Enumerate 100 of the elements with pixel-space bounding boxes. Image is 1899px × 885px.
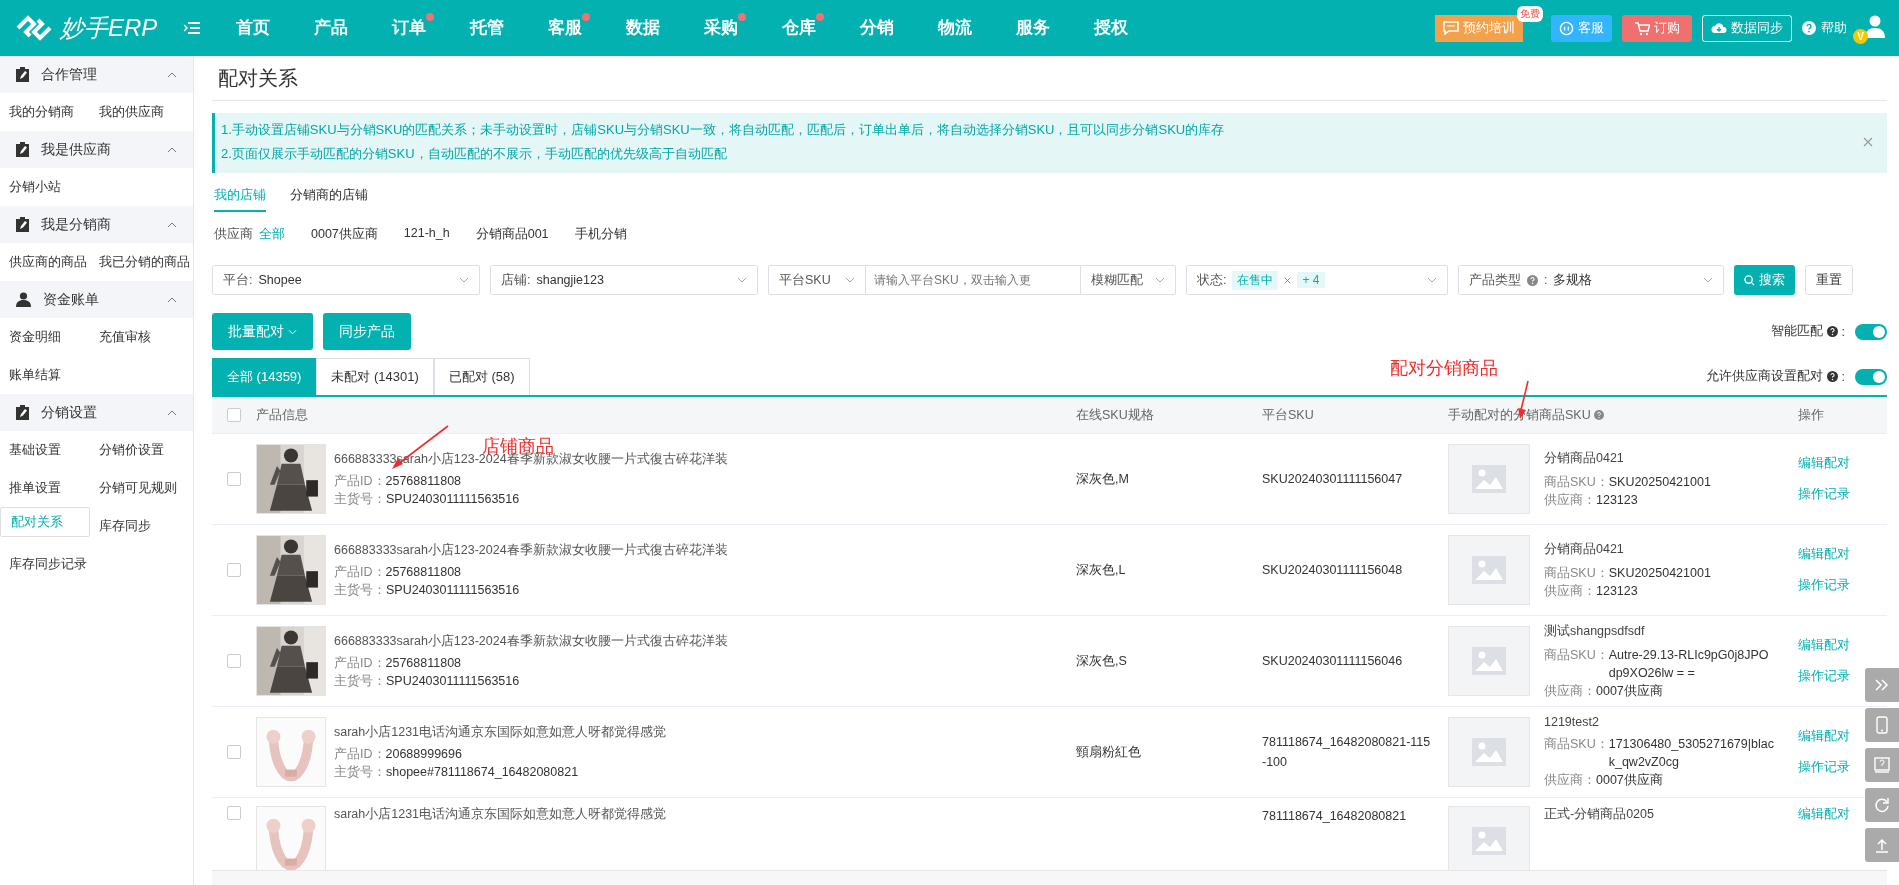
help-icon xyxy=(1593,410,1604,420)
sidebar-item[interactable]: 资金明细 xyxy=(0,318,90,356)
image-icon xyxy=(1472,647,1506,675)
item-number: SPU2403011111563516 xyxy=(386,581,520,599)
item-number: SPU2403011111563516 xyxy=(386,490,520,508)
store-select[interactable]: 店铺: shangjie123 xyxy=(490,265,758,295)
sidebar-group-title: 合作管理 xyxy=(41,65,98,84)
product-id: 25768811808 xyxy=(385,654,462,672)
dropdown-icon xyxy=(845,277,855,283)
checkbox[interactable] xyxy=(227,745,241,759)
status-tag: 在售中 xyxy=(1232,270,1279,290)
sidebar-item[interactable]: 我的分销商 xyxy=(0,93,90,131)
sidebar-group-title: 分销设置 xyxy=(41,403,98,422)
sidebar-group-header[interactable]: 分销设置 xyxy=(0,394,193,431)
help-icon xyxy=(1826,326,1838,337)
sidebar-item[interactable]: 供应商的商品 xyxy=(0,243,90,281)
sidebar-item[interactable]: 基础设置 xyxy=(0,431,90,469)
sidebar-group-title: 我是分销商 xyxy=(41,215,112,234)
checkbox[interactable] xyxy=(227,806,241,820)
status-select[interactable]: 状态: 在售中 + 4 xyxy=(1186,265,1448,295)
refresh-button[interactable] xyxy=(1865,788,1899,822)
sidebar-group-header[interactable]: 我是供应商 xyxy=(0,131,193,168)
page-title: 配对关系 xyxy=(212,56,1887,101)
annotation-text: 配对分销商品 xyxy=(1390,357,1498,380)
sidebar-item[interactable]: 充值审核 xyxy=(90,318,193,356)
sidebar-group-header[interactable]: 我是分销商 xyxy=(0,206,193,243)
more-tag: + 4 xyxy=(1297,272,1325,288)
sidebar-group-title: 资金账单 xyxy=(43,290,100,309)
help-icon[interactable] xyxy=(1802,21,1816,35)
sku-type-select[interactable]: 平台SKU xyxy=(768,265,866,295)
sidebar-item[interactable]: 推单设置 xyxy=(0,469,90,507)
mobile-button[interactable] xyxy=(1865,708,1899,742)
field-label: 产品ID： xyxy=(334,745,386,763)
search-icon xyxy=(1744,274,1755,286)
product-sku: 171306480_5305271679|black_qw2vZ0cg xyxy=(1608,736,1774,771)
sidebar-group-header[interactable]: 资金账单 xyxy=(0,281,193,318)
sidebar-item[interactable]: 库存同步记录 xyxy=(0,545,90,583)
distribution-product-name: 分销商品0421 xyxy=(1544,540,1625,558)
item-number: SPU2403011111563516 xyxy=(386,672,520,690)
sidebar-item[interactable]: 分销小站 xyxy=(0,168,90,206)
close-icon[interactable] xyxy=(1863,137,1873,147)
field-label: 商品SKU： xyxy=(1544,473,1609,491)
distribution-product-name: 分销商品0421 xyxy=(1544,449,1625,467)
checkbox[interactable] xyxy=(227,563,241,577)
chat-icon xyxy=(1443,21,1459,35)
column-header: 操作 xyxy=(1798,407,1824,422)
book-icon xyxy=(1874,757,1890,773)
product-title: sarah小店1231电话沟通京东国际如意如意人呀都觉得感觉 xyxy=(334,806,667,823)
checkbox[interactable] xyxy=(227,654,241,668)
supplier-name: 123123 xyxy=(1596,491,1638,509)
supplier-name: 0007供应商 xyxy=(1596,682,1663,700)
supplier-option[interactable]: 121-h_h xyxy=(403,226,450,243)
store-tab[interactable]: 分销商的店铺 xyxy=(290,187,368,212)
sidebar-item[interactable]: 我的供应商 xyxy=(90,93,193,131)
back-to-top-button[interactable] xyxy=(1865,828,1899,862)
column-header: 平台SKU xyxy=(1262,407,1314,422)
notice-text: 2.页面仅展示手动匹配的分销SKU，自动匹配的不展示，手动匹配的优先级高于自动匹配 xyxy=(221,145,728,163)
upload-icon xyxy=(1874,837,1890,853)
platform-sku: 781118674_16482080821 xyxy=(1262,808,1408,825)
match-mode-select[interactable]: 模糊匹配 xyxy=(1080,265,1176,295)
platform-select[interactable]: 平台: Shopee xyxy=(212,265,480,295)
collapse-button[interactable] xyxy=(1865,668,1899,702)
sidebar-group-header[interactable]: 合作管理 xyxy=(0,56,193,93)
sidebar-item[interactable]: 分销可见规则 xyxy=(90,469,193,507)
field-label: 产品ID： xyxy=(334,654,386,672)
platform-sku: SKU20240301111156047 xyxy=(1262,471,1404,488)
filter-tab[interactable]: 未配对 (14301) xyxy=(316,358,434,395)
field-label: 供应商： xyxy=(1544,772,1596,789)
product-title: sarah小店1231电话沟通京东国际如意如意人呀都觉得感觉 xyxy=(334,723,667,741)
sidebar-item[interactable]: 库存同步 xyxy=(90,507,193,545)
sidebar-item[interactable]: 我已分销的商品 xyxy=(90,243,193,281)
dropdown-icon xyxy=(737,277,747,283)
field-label: 产品ID： xyxy=(334,563,386,581)
filter-tab[interactable]: 已配对 (58) xyxy=(433,358,530,395)
supplier-option[interactable]: 手机分销 xyxy=(574,226,627,243)
sidebar-item[interactable]: 分销价设置 xyxy=(90,431,193,469)
help-book-button[interactable] xyxy=(1865,748,1899,782)
field-label: 主货号： xyxy=(334,672,386,690)
distribution-product-name: 1219test2 xyxy=(1544,715,1600,729)
dropdown-icon xyxy=(459,277,469,283)
distribution-product-name: 正式-分销商品0205 xyxy=(1544,806,1655,823)
toggle-switch[interactable] xyxy=(1855,368,1887,385)
product-sku: Autre-29.13-RLIc9pG0j8JPOdp9XO26lw = = xyxy=(1608,646,1770,682)
supplier-name: 0007供应商 xyxy=(1596,772,1663,789)
menu-icon[interactable] xyxy=(184,21,200,35)
field-label: 主货号： xyxy=(334,581,386,599)
checkbox[interactable] xyxy=(227,408,241,422)
item-number: shopee#781118674_16482080821 xyxy=(386,763,579,781)
distribution-product-name: 测试shangpsdfsdf xyxy=(1544,622,1646,640)
checkbox[interactable] xyxy=(227,472,241,486)
sku-spec: 深灰色,S xyxy=(1076,653,1127,668)
product-type-select[interactable]: 产品类型 : 多规格 xyxy=(1458,265,1724,295)
reset-button[interactable]: 重置 xyxy=(1805,265,1853,295)
person-icon xyxy=(16,292,31,307)
sidebar-item[interactable]: 账单结算 xyxy=(0,356,90,394)
toggle-switch[interactable] xyxy=(1855,323,1887,340)
supplier-option[interactable]: 分销商品001 xyxy=(475,226,549,243)
supplier-option[interactable]: 0007供应商 xyxy=(311,226,378,243)
close-icon[interactable] xyxy=(1284,276,1292,284)
sku-input-field[interactable]: 请输入平台SKU，双击输入更 xyxy=(866,265,1080,295)
